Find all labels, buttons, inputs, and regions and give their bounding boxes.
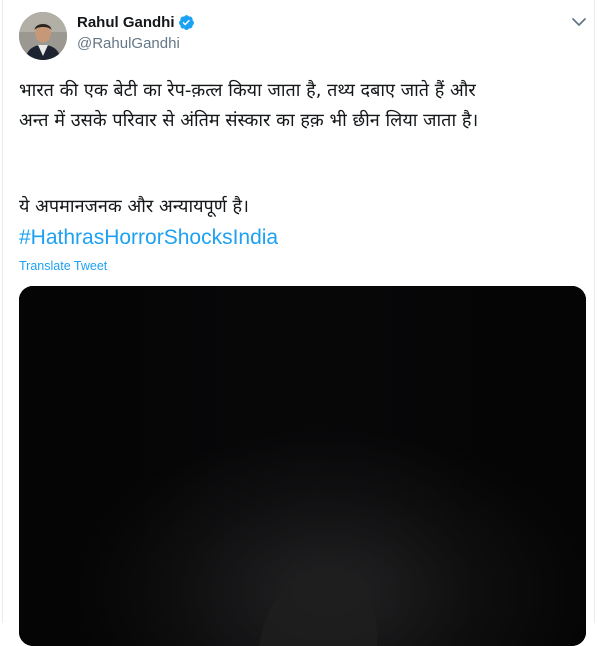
tweet-text-line: भारत की एक बेटी का रेप-क़त्ल किया जाता ह… [19,80,476,101]
tweet-text-line: ये अपमानजनक और अन्यायपूर्ण है। [19,196,249,217]
video-frame [19,286,586,646]
translate-tweet-link[interactable]: Translate Tweet [19,259,107,273]
tweet-text-line: अन्त में उसके परिवार से अंतिम संस्कार का… [19,110,479,131]
tweet-text: भारत की एक बेटी का रेप-क़त्ल किया जाता ह… [19,76,584,222]
chevron-down-icon[interactable] [571,16,587,28]
author-handle[interactable]: @RahulGandhi [77,35,180,52]
card-border-right [594,0,595,623]
card-border-left [2,0,3,623]
author-name[interactable]: Rahul Gandhi [77,14,175,31]
author-name-row: Rahul Gandhi [77,14,195,31]
video-player[interactable] [19,286,586,646]
hashtag-link[interactable]: #HathrasHorrorShocksIndia [19,226,278,250]
avatar-image [19,12,67,60]
tweet-card: Rahul Gandhi @RahulGandhi भारत की एक बेट… [0,0,597,646]
verified-badge-icon [178,15,194,30]
avatar[interactable] [19,12,67,60]
